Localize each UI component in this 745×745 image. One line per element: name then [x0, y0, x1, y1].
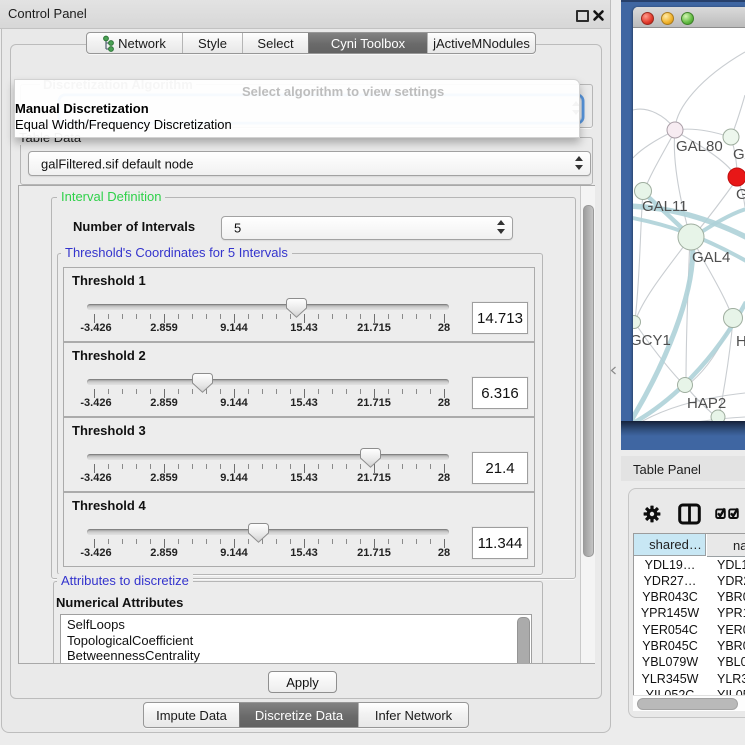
svg-text:GCY1: GCY1 [633, 332, 671, 349]
svg-text:GA: GA [733, 146, 745, 163]
svg-text:HAP2: HAP2 [687, 395, 726, 412]
svg-text:GAL11: GAL11 [642, 198, 688, 215]
svg-text:GC: GC [736, 186, 745, 203]
svg-text:H: H [736, 333, 745, 350]
svg-text:GAL4: GAL4 [692, 249, 730, 266]
svg-text:GAL80: GAL80 [676, 138, 723, 155]
